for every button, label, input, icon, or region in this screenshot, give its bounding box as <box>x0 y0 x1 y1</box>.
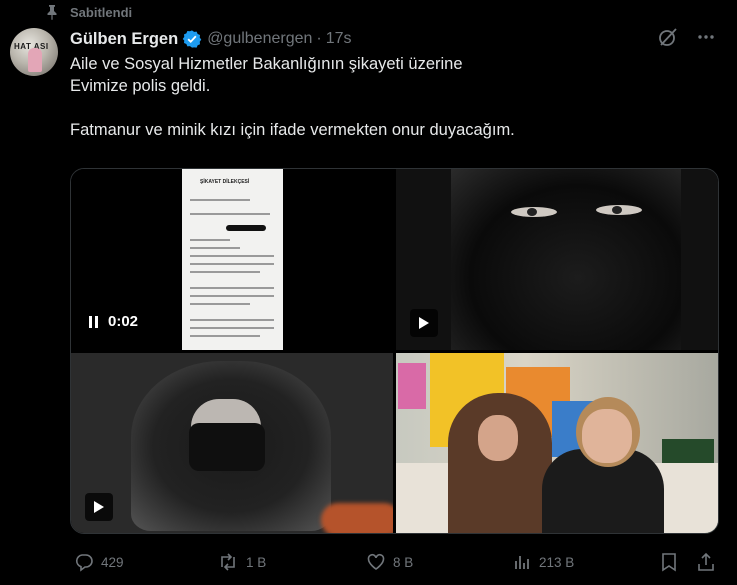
reply-button[interactable]: 429 <box>74 550 124 574</box>
document-line <box>190 239 230 241</box>
share-icon <box>698 552 714 571</box>
play-icon <box>419 317 429 329</box>
document-image: ŞİKAYET DİLEKÇESİ <box>182 169 283 350</box>
grok-icon[interactable] <box>658 27 678 52</box>
document-line <box>190 303 250 305</box>
author-name[interactable]: Gülben Ergen <box>70 30 178 49</box>
verified-badge-icon <box>182 30 202 48</box>
pin-icon <box>44 4 60 20</box>
pinned-indicator: Sabitlendi <box>44 2 132 22</box>
play-button[interactable] <box>410 309 438 337</box>
video-time: 0:02 <box>108 313 139 330</box>
pinned-label: Sabitlendi <box>70 4 133 20</box>
like-button[interactable]: 8 B <box>366 550 413 574</box>
repost-button[interactable]: 1 B <box>217 550 266 574</box>
media-grid: ŞİKAYET DİLEKÇESİ 0:02 <box>70 168 719 534</box>
document-line <box>190 255 274 257</box>
document-line <box>190 319 274 321</box>
play-icon <box>94 501 104 513</box>
person-face <box>582 409 632 463</box>
document-line <box>190 213 270 215</box>
repost-count: 1 B <box>246 554 267 570</box>
niqab-image <box>451 169 681 350</box>
tweet-text-line <box>70 97 710 119</box>
media-photo[interactable] <box>396 353 718 533</box>
mask-image <box>189 423 265 471</box>
share-button[interactable] <box>696 550 716 574</box>
author-handle[interactable]: @gulbenergen <box>207 30 312 48</box>
pause-icon[interactable] <box>89 315 98 328</box>
document-line <box>190 271 260 273</box>
media-video-niqab[interactable] <box>396 169 718 350</box>
tweet-actions: 429 1 B 8 B 213 B <box>70 550 720 574</box>
tweet-text-line: Evimize polis geldi. <box>70 77 211 95</box>
document-line <box>190 287 274 289</box>
bookmark-button[interactable] <box>660 550 678 574</box>
document-line <box>190 335 260 337</box>
document-line <box>190 263 274 265</box>
eye-shape <box>596 205 642 215</box>
heart-icon <box>367 553 385 570</box>
tweet-text-line: Fatmanur ve minik kızı için ifade vermek… <box>70 121 515 139</box>
views-count: 213 B <box>539 554 575 570</box>
separator: · <box>316 30 322 47</box>
document-line <box>190 199 250 201</box>
document-line <box>190 327 274 329</box>
video-timer[interactable]: 0:02 <box>89 313 138 330</box>
avatar-figure <box>28 48 42 72</box>
reply-icon <box>75 554 93 572</box>
person-face <box>478 415 518 461</box>
reply-count: 429 <box>101 554 124 570</box>
redaction-bar <box>226 225 266 231</box>
eye-shape <box>511 207 557 217</box>
tweet-header: Gülben Ergen @gulbenergen · 17s <box>70 27 720 51</box>
document-line <box>190 295 274 297</box>
bookmark-icon <box>662 553 676 572</box>
tweet-text: Aile ve Sosyal Hizmetler Bakanlığının şi… <box>70 53 710 141</box>
wall-art <box>398 363 426 409</box>
orange-object <box>321 503 393 533</box>
tweet-time[interactable]: 17s <box>326 30 352 48</box>
avatar[interactable]: HAT ASI <box>10 28 58 76</box>
like-count: 8 B <box>393 554 414 570</box>
play-button[interactable] <box>85 493 113 521</box>
repost-icon <box>221 553 235 571</box>
more-options-icon[interactable] <box>696 27 716 52</box>
media-video-document[interactable]: ŞİKAYET DİLEKÇESİ 0:02 <box>71 169 393 350</box>
document-title: ŞİKAYET DİLEKÇESİ <box>200 179 250 185</box>
views-icon <box>515 556 529 569</box>
document-line <box>190 247 240 249</box>
views-button[interactable]: 213 B <box>512 550 574 574</box>
media-video-hooded[interactable] <box>71 353 393 533</box>
tweet-text-line: Aile ve Sosyal Hizmetler Bakanlığının şi… <box>70 55 463 73</box>
